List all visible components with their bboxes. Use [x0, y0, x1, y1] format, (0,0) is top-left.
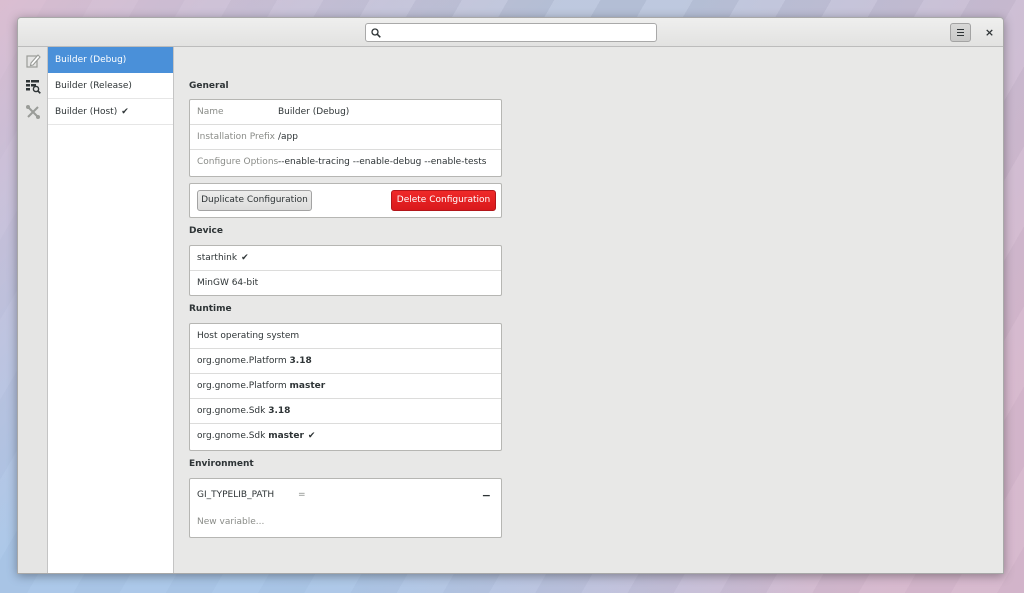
sidebar-item-label: Builder (Host): [55, 107, 118, 117]
device-label: starthink: [197, 253, 238, 263]
runtime-item-platform-3-18[interactable]: org.gnome.Platform 3.18: [190, 349, 501, 374]
device-item-mingw[interactable]: MinGW 64-bit: [190, 271, 501, 296]
device-item-starthink[interactable]: starthink ✔: [190, 246, 501, 271]
device-list: starthink ✔ MinGW 64-bit: [189, 245, 502, 296]
checkmark-icon: ✔: [241, 253, 249, 263]
runtime-section-title: Runtime: [189, 304, 232, 314]
edit-document-icon[interactable]: [25, 53, 41, 69]
configuration-list: Builder (Debug) Builder (Release) Builde…: [48, 47, 174, 573]
sidebar-item-builder-release[interactable]: Builder (Release): [48, 73, 173, 99]
configuration-editor: General Name Builder (Debug) Installation…: [175, 47, 1003, 573]
runtime-name: Host operating system: [197, 331, 300, 341]
environment-list: GI_TYPELIB_PATH = − New variable...: [189, 478, 502, 538]
runtime-name: org.gnome.Platform: [197, 381, 287, 391]
name-field[interactable]: Builder (Debug): [278, 107, 349, 117]
runtime-item-platform-master[interactable]: org.gnome.Platform master: [190, 374, 501, 399]
tools-icon[interactable]: [25, 104, 41, 120]
search-field[interactable]: [365, 23, 657, 42]
header-bar: ×: [18, 18, 1003, 47]
device-section-title: Device: [189, 226, 223, 236]
runtime-name: org.gnome.Sdk: [197, 431, 266, 441]
checkmark-icon: ✔: [307, 431, 316, 441]
env-equals-sign: =: [298, 490, 306, 500]
runtime-item-sdk-master[interactable]: org.gnome.Sdk master ✔: [190, 424, 501, 449]
configure-options-row[interactable]: Configure Options--enable-tracing --enab…: [190, 150, 501, 175]
checkmark-icon: ✔: [121, 107, 129, 117]
runtime-version: 3.18: [289, 356, 312, 366]
env-key-field[interactable]: GI_TYPELIB_PATH: [197, 479, 298, 512]
runtime-item-sdk-3-18[interactable]: org.gnome.Sdk 3.18: [190, 399, 501, 424]
runtime-version: master: [289, 381, 326, 391]
runtime-name: org.gnome.Sdk: [197, 406, 266, 416]
new-variable-entry[interactable]: New variable...: [190, 512, 501, 538]
duplicate-configuration-button[interactable]: Duplicate Configuration: [197, 190, 312, 211]
sidebar-item-label: Builder (Debug): [55, 55, 127, 65]
perspective-switcher: [18, 47, 48, 573]
configure-options-field[interactable]: --enable-tracing --enable-debug --enable…: [278, 157, 486, 167]
preferences-window: × Builder (Debug) Builder (Release) Buil…: [17, 17, 1004, 574]
name-row[interactable]: Name Builder (Debug): [190, 100, 501, 125]
search-icon: [371, 28, 381, 38]
sidebar-item-builder-debug[interactable]: Builder (Debug): [48, 47, 173, 73]
sidebar-item-label: Builder (Release): [55, 81, 132, 91]
remove-variable-icon[interactable]: −: [482, 479, 491, 512]
prefix-row[interactable]: Installation Prefix/app: [190, 125, 501, 150]
prefix-field[interactable]: /app: [278, 132, 298, 142]
general-properties: Name Builder (Debug) Installation Prefix /…: [189, 99, 502, 177]
env-variable-row: GI_TYPELIB_PATH = −: [190, 479, 501, 512]
prefix-label: Installation Prefix: [197, 132, 276, 142]
general-section-title: General: [189, 81, 229, 91]
name-label: Name: [197, 107, 224, 117]
build-configuration-icon[interactable]: [25, 78, 41, 94]
runtime-version: 3.18: [268, 406, 291, 416]
environment-section-title: Environment: [189, 459, 254, 469]
runtime-version: master: [268, 431, 304, 441]
runtime-list: Host operating system org.gnome.Platform…: [189, 323, 502, 451]
sidebar-item-builder-host[interactable]: Builder (Host) ✔: [48, 99, 173, 125]
close-button[interactable]: ×: [980, 23, 999, 42]
menu-button[interactable]: [950, 23, 971, 42]
runtime-item-host[interactable]: Host operating system: [190, 324, 501, 349]
runtime-name: org.gnome.Platform: [197, 356, 287, 366]
device-label: MinGW 64-bit: [197, 278, 259, 288]
delete-configuration-button[interactable]: Delete Configuration: [391, 190, 496, 211]
configuration-actions: Duplicate Configuration Delete Configura…: [189, 183, 502, 218]
configure-options-label: Configure Options: [197, 157, 279, 167]
